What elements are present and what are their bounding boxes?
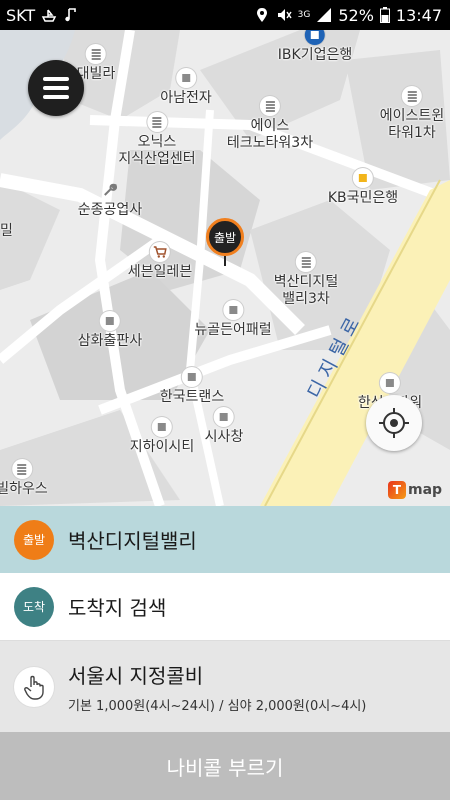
tmap-logo-icon: T xyxy=(388,481,406,499)
poi-building[interactable]: 빌하우스 xyxy=(0,459,48,498)
destination-search-row[interactable]: 도착 도착지 검색 xyxy=(0,573,450,641)
poi-place[interactable]: 삼화출판사 xyxy=(78,311,142,350)
poi-square-icon xyxy=(176,68,196,88)
origin-badge: 출발 xyxy=(14,519,54,560)
fare-text-block: 서울시 지정콜비 기본 1,000원(4시~24시) / 심야 2,000원(0… xyxy=(68,660,366,714)
my-location-button[interactable] xyxy=(366,395,422,451)
poi-place[interactable]: 한국트랜스 xyxy=(160,367,224,406)
mute-icon xyxy=(277,9,292,21)
cart-icon xyxy=(150,242,170,262)
battery-icon xyxy=(379,7,390,23)
touch-icon xyxy=(14,666,54,707)
poi-building[interactable]: 에이스 테크노타워3차 xyxy=(227,96,313,152)
crosshair-icon xyxy=(379,408,409,438)
poi-square-icon xyxy=(152,417,172,437)
hamburger-icon-bar xyxy=(43,77,69,81)
destination-search-input[interactable]: 도착지 검색 xyxy=(68,592,166,621)
fare-info-row[interactable]: 서울시 지정콜비 기본 1,000원(4시~24시) / 심야 2,000원(0… xyxy=(0,641,450,732)
building-icon xyxy=(296,252,316,272)
boat-icon xyxy=(41,9,57,22)
poi-label: IBK기업은행 xyxy=(277,47,353,63)
poi-square-icon xyxy=(100,311,120,331)
map-edge-label: 밀 xyxy=(0,223,13,239)
poi-square-icon xyxy=(379,373,400,393)
poi-square-icon xyxy=(182,367,202,387)
tmap-logo-text: map xyxy=(408,482,443,498)
fare-title: 서울시 지정콜비 xyxy=(68,663,204,688)
poi-repair-shop[interactable]: 순종공업사 xyxy=(78,180,142,219)
poi-square-icon xyxy=(223,300,243,320)
building-icon xyxy=(260,96,280,116)
building-icon xyxy=(12,459,32,479)
poi-label: 삼화출판사 xyxy=(77,333,143,349)
map-view[interactable]: 대빌라 아남전자 IBK기업은행 에이스 테크노타워3차 에이스트윈 타워1차 … xyxy=(0,30,450,506)
destination-badge: 도착 xyxy=(14,586,54,627)
tmap-logo: T map xyxy=(388,481,442,499)
signal-icon xyxy=(317,8,332,22)
poi-place[interactable]: 지하이시티 xyxy=(130,417,194,456)
building-icon xyxy=(147,112,167,132)
poi-label: 오닉스 지식산업센터 xyxy=(118,134,196,167)
battery-percent: 52% xyxy=(338,5,374,25)
carrier-label: SKT xyxy=(6,5,36,25)
bank-icon xyxy=(353,168,373,188)
poi-label: KB국민은행 xyxy=(327,190,399,206)
hamburger-icon-bar xyxy=(43,86,69,90)
clock: 13:47 xyxy=(395,5,442,25)
bank-icon xyxy=(305,30,325,45)
poi-label: 에이스트윈 타워1차 xyxy=(379,108,445,141)
call-taxi-button[interactable]: 나비콜 부르기 xyxy=(0,732,450,800)
poi-label: 순종공업사 xyxy=(77,202,143,218)
fare-description: 기본 1,000원(4시~24시) / 심야 2,000원(0시~4시) xyxy=(68,698,367,714)
status-bar: SKT 3G 52% 13:47 xyxy=(0,0,450,30)
poi-bank[interactable]: KB국민은행 xyxy=(328,168,398,207)
poi-place[interactable]: 아남전자 xyxy=(160,68,212,107)
poi-square-icon xyxy=(213,407,234,427)
menu-button[interactable] xyxy=(28,60,84,116)
pin-stick xyxy=(224,256,226,266)
poi-building[interactable]: 에이스트윈 타워1차 xyxy=(380,86,444,142)
poi-label: 벽산디지털 밸리3차 xyxy=(273,274,339,307)
music-note-icon xyxy=(65,8,76,22)
building-icon xyxy=(85,44,106,64)
poi-label: 시사창 xyxy=(204,429,244,445)
wrench-icon xyxy=(100,180,120,200)
start-pin[interactable]: 출발 xyxy=(206,218,244,256)
origin-row[interactable]: 출발 벽산디지털밸리 xyxy=(0,506,450,573)
poi-label: 세븐일레븐 xyxy=(127,264,193,280)
poi-building[interactable]: 대빌라 xyxy=(77,44,115,83)
poi-bank[interactable]: IBK기업은행 xyxy=(278,30,352,64)
poi-building[interactable]: 오닉스 지식산업센터 xyxy=(118,112,196,168)
poi-store[interactable]: 세븐일레븐 xyxy=(128,242,192,281)
origin-text: 벽산디지털밸리 xyxy=(68,529,197,553)
hamburger-icon-bar xyxy=(43,95,69,99)
poi-place[interactable]: 뉴골든어패럴 xyxy=(194,300,272,339)
location-icon xyxy=(256,8,267,22)
poi-label: 지하이시티 xyxy=(129,439,195,455)
building-icon xyxy=(402,86,422,106)
poi-place[interactable]: 시사창 xyxy=(204,407,244,446)
poi-label: 뉴골든어패럴 xyxy=(194,322,272,338)
start-pin-label: 출발 xyxy=(213,230,237,245)
poi-label: 에이스 테크노타워3차 xyxy=(226,118,314,151)
network-type: 3G xyxy=(297,10,311,20)
poi-label: 한국트랜스 xyxy=(159,389,225,405)
poi-label: 빌하우스 xyxy=(0,481,48,497)
poi-building[interactable]: 벽산디지털 밸리3차 xyxy=(274,252,338,308)
poi-label: 아남전자 xyxy=(160,90,212,106)
